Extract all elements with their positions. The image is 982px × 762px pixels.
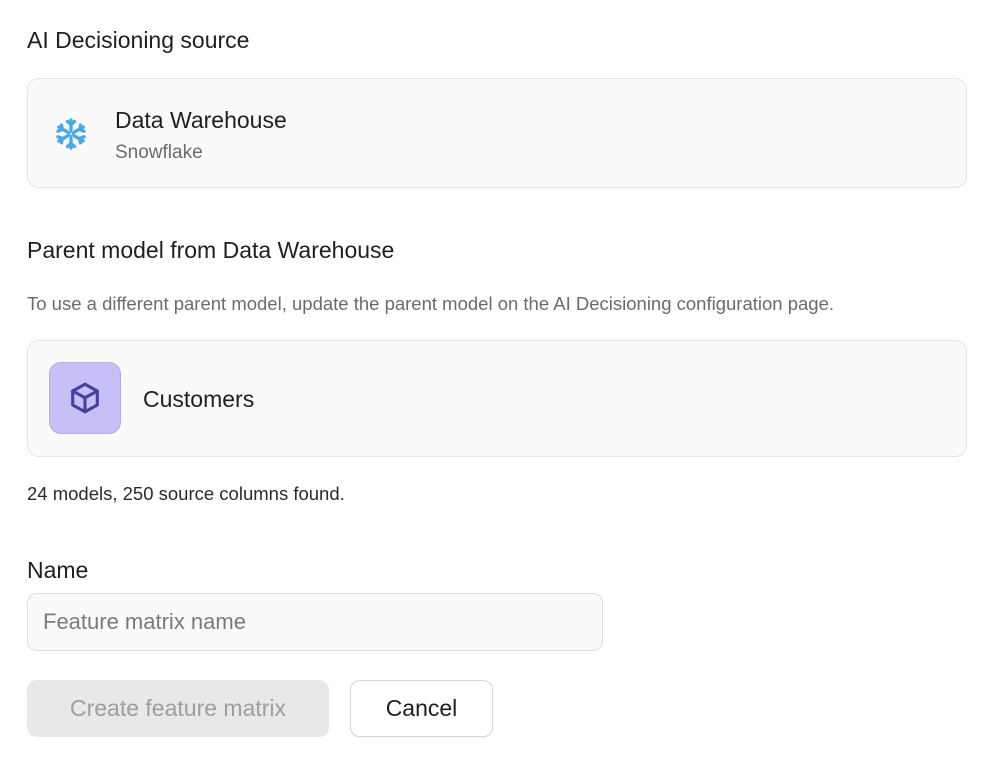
- feature-matrix-name-input[interactable]: [27, 593, 603, 651]
- model-icon-container: [49, 362, 121, 434]
- snowflake-icon: [56, 118, 86, 150]
- cancel-button[interactable]: Cancel: [350, 680, 493, 737]
- name-label: Name: [27, 557, 89, 583]
- models-found-text: 24 models, 250 source columns found.: [27, 483, 345, 504]
- parent-model-name: Customers: [143, 386, 255, 412]
- source-title: Data Warehouse: [115, 107, 287, 133]
- feature-matrix-form: AI Decisioning source Data Warehouse Sno…: [0, 0, 982, 762]
- parent-model-help-text: To use a different parent model, update …: [27, 293, 835, 314]
- create-feature-matrix-button[interactable]: Create feature matrix: [27, 680, 329, 737]
- parent-model-heading: Parent model from Data Warehouse: [27, 237, 395, 263]
- parent-model-card: Customers: [27, 340, 967, 457]
- cube-icon: [71, 382, 99, 414]
- source-card: Data Warehouse Snowflake: [27, 78, 967, 188]
- source-heading: AI Decisioning source: [27, 27, 250, 53]
- source-subtitle: Snowflake: [115, 142, 203, 163]
